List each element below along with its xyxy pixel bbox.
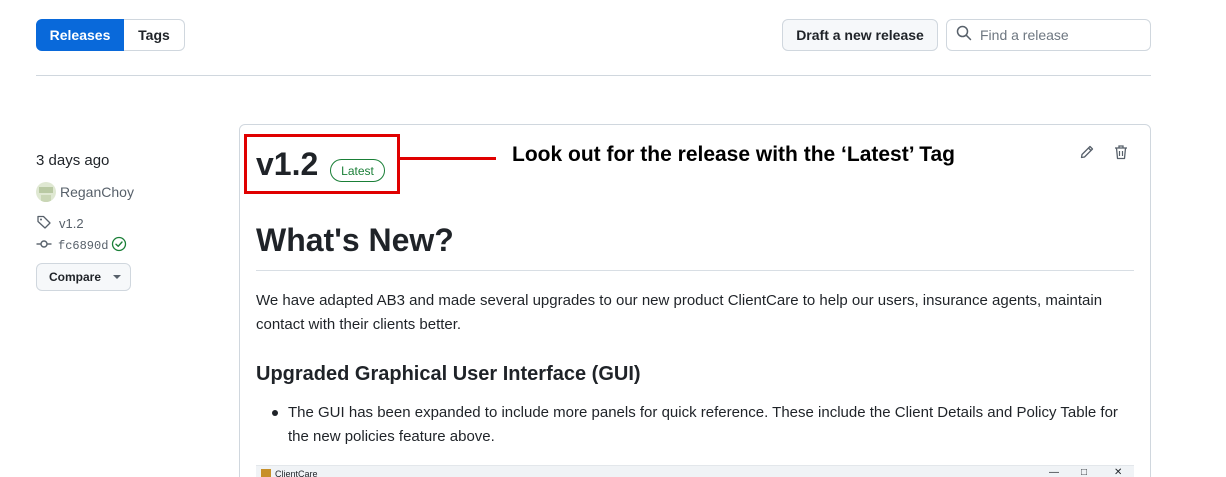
avatar	[36, 182, 56, 202]
embedded-screenshot: ClientCare — □ ✕	[256, 465, 1134, 477]
chevron-down-icon	[113, 275, 122, 279]
trash-icon	[1113, 144, 1129, 165]
find-release-search[interactable]	[946, 19, 1151, 51]
tag-label[interactable]: v1.2	[59, 216, 84, 231]
release-intro-paragraph: We have adapted AB3 and made several upg…	[256, 292, 1103, 333]
app-icon	[261, 468, 271, 477]
section-heading: Upgraded Graphical User Interface (GUI)	[256, 363, 641, 385]
tab-tags[interactable]: Tags	[124, 19, 185, 51]
maximize-icon: □	[1081, 467, 1088, 477]
release-date: 3 days ago	[36, 152, 110, 169]
search-icon	[956, 25, 972, 46]
edit-release-button[interactable]	[1078, 145, 1096, 163]
compare-button[interactable]: Compare	[36, 263, 131, 291]
compare-label: Compare	[49, 270, 102, 284]
list-item: The GUI has been expanded to include mor…	[288, 404, 1118, 445]
annotation-highlight-box	[244, 134, 400, 194]
draft-release-button[interactable]: Draft a new release	[782, 19, 938, 51]
divider	[36, 75, 1151, 76]
commit-sha[interactable]: fc6890d	[58, 239, 108, 253]
release-notes-heading: What's New?	[256, 222, 454, 258]
minimize-icon: —	[1049, 467, 1059, 477]
delete-release-button[interactable]	[1112, 144, 1130, 165]
tab-releases[interactable]: Releases	[36, 19, 124, 51]
release-tabs: Releases Tags	[36, 19, 185, 51]
pencil-icon	[1079, 144, 1095, 165]
annotation-text: Look out for the release with the ‘Lates…	[512, 143, 956, 166]
release-tag[interactable]: v1.2	[36, 214, 84, 233]
commit-icon	[36, 236, 52, 256]
heading-divider	[256, 270, 1134, 271]
search-input[interactable]	[980, 27, 1140, 43]
embedded-window-title: ClientCare	[275, 468, 318, 477]
release-author[interactable]: ReganChoy	[36, 182, 134, 202]
annotation-pointer-line	[400, 157, 496, 160]
verified-check-icon	[111, 236, 127, 256]
close-icon: ✕	[1114, 467, 1123, 477]
release-commit[interactable]: fc6890d	[36, 236, 127, 256]
tag-icon	[36, 214, 52, 233]
bullet-dot	[272, 410, 278, 416]
author-name[interactable]: ReganChoy	[60, 184, 134, 200]
